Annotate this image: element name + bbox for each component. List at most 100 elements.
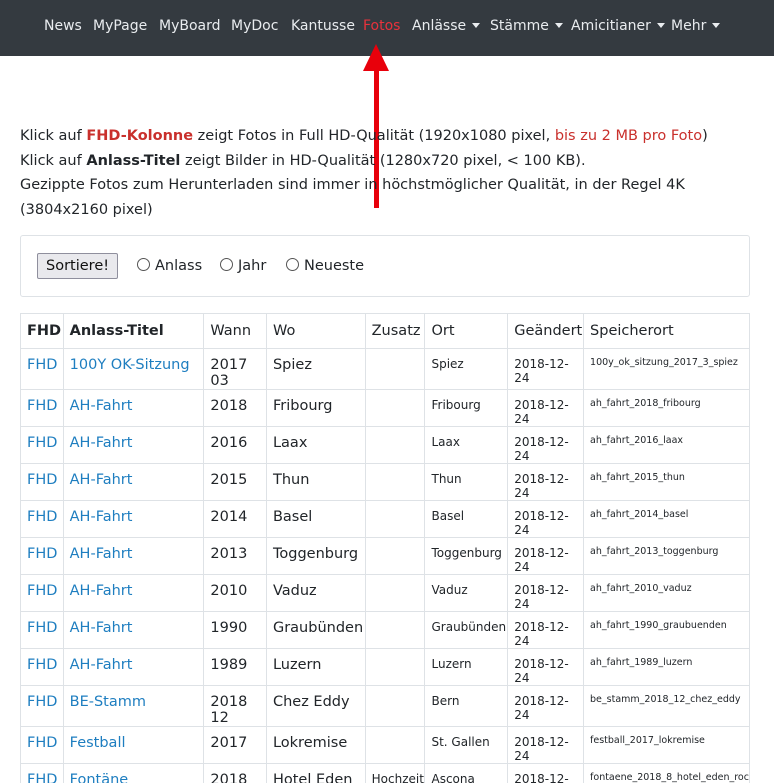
photo-table-wrapper: FHD Anlass-Titel Wann Wo Zusatz Ort Geän… — [20, 313, 750, 783]
cell-ort: Basel — [425, 501, 508, 538]
anlass-titel-link: Fontäne — [63, 764, 204, 783]
nav-item-amicitianer[interactable]: Amicitianer — [571, 18, 665, 34]
cell-zusatz: Hochzeit — [365, 764, 425, 783]
fhd-link: FHD — [21, 612, 64, 649]
cell-wann: 1990 — [204, 612, 267, 649]
caret-down-icon — [657, 23, 665, 28]
cell-wann: 2018 08 — [204, 764, 267, 783]
cell-zusatz — [365, 649, 425, 686]
cell-ort: Thun — [425, 464, 508, 501]
cell-wo: Vaduz — [266, 575, 365, 612]
fhd-link: FHD — [21, 349, 64, 390]
sort-radio-jahr[interactable]: Jahr — [220, 258, 266, 274]
nav-item-news[interactable]: News — [44, 18, 82, 34]
cell-ort: St. Gallen — [425, 727, 508, 764]
size-note: bis zu 2 MB pro Foto — [555, 128, 702, 144]
intro-text: Klick auf FHD-Kolonne zeigt Fotos in Ful… — [20, 124, 760, 222]
cell-zusatz — [365, 427, 425, 464]
cell-wann: 2017 — [204, 727, 267, 764]
cell-wo: Hotel Eden Roc — [266, 764, 365, 783]
intro-line-1: Klick auf FHD-Kolonne zeigt Fotos in Ful… — [20, 124, 760, 149]
cell-speicherort: ah_fahrt_1990_graubuenden — [584, 612, 750, 649]
nav-item-myboard[interactable]: MyBoard — [159, 18, 221, 34]
header-wo: Wo — [266, 314, 365, 349]
fhd-column-highlight: FHD-Kolonne — [86, 128, 193, 144]
radio-circle-icon[interactable] — [286, 258, 299, 271]
cell-speicherort: ah_fahrt_2016_laax — [584, 427, 750, 464]
cell-geaendert: 2018-12-24 — [508, 349, 584, 390]
cell-wann: 2010 — [204, 575, 267, 612]
cell-geaendert: 2018-12-24 — [508, 464, 584, 501]
fhd-link: FHD — [21, 427, 64, 464]
cell-ort: Vaduz — [425, 575, 508, 612]
cell-speicherort: festball_2017_lokremise — [584, 727, 750, 764]
cell-wo: Toggenburg — [266, 538, 365, 575]
table-row: FHDBE-Stamm2018 12Chez EddyBern2018-12-2… — [21, 686, 750, 727]
intro-line-3: Gezippte Fotos zum Herunterladen sind im… — [20, 173, 760, 222]
anlass-titel-link: AH-Fahrt — [63, 390, 204, 427]
cell-wo: Basel — [266, 501, 365, 538]
table-row: FHDAH-Fahrt1989LuzernLuzern2018-12-24ah_… — [21, 649, 750, 686]
sort-radio-neueste[interactable]: Neueste — [286, 258, 364, 274]
table-row: FHDAH-Fahrt2018FribourgFribourg2018-12-2… — [21, 390, 750, 427]
nav-item-stämme[interactable]: Stämme — [490, 18, 563, 34]
table-row: FHDFontäne2018 08Hotel Eden RocHochzeitA… — [21, 764, 750, 783]
anlass-titel-highlight: Anlass-Titel — [86, 153, 180, 169]
cell-ort: Bern — [425, 686, 508, 727]
cell-speicherort: be_stamm_2018_12_chez_eddy — [584, 686, 750, 727]
cell-ort: Graubünden — [425, 612, 508, 649]
cell-ort: Spiez — [425, 349, 508, 390]
cell-geaendert: 2018-12-24 — [508, 612, 584, 649]
anlass-titel-link: 100Y OK-Sitzung — [63, 349, 204, 390]
nav-item-anlässe[interactable]: Anlässe — [412, 18, 480, 34]
cell-wann: 2017 03 — [204, 349, 267, 390]
anlass-titel-link: Festball — [63, 727, 204, 764]
anlass-titel-link: AH-Fahrt — [63, 501, 204, 538]
cell-zusatz — [365, 727, 425, 764]
header-ort: Ort — [425, 314, 508, 349]
cell-wann: 2015 — [204, 464, 267, 501]
cell-geaendert: 2018-12-24 — [508, 427, 584, 464]
sort-radio-anlass[interactable]: Anlass — [137, 258, 202, 274]
cell-wo: Chez Eddy — [266, 686, 365, 727]
cell-speicherort: 100y_ok_sitzung_2017_3_spiez — [584, 349, 750, 390]
cell-ort: Laax — [425, 427, 508, 464]
cell-speicherort: ah_fahrt_2013_toggenburg — [584, 538, 750, 575]
cell-wo: Laax — [266, 427, 365, 464]
radio-circle-icon[interactable] — [137, 258, 150, 271]
cell-wo: Graubünden — [266, 612, 365, 649]
annotation-arrow-head — [363, 44, 389, 71]
cell-geaendert: 2018-12-24 — [508, 686, 584, 727]
cell-wann: 2016 — [204, 427, 267, 464]
header-fhd: FHD — [21, 314, 64, 349]
table-row: FHDAH-Fahrt2013ToggenburgToggenburg2018-… — [21, 538, 750, 575]
cell-ort: Ascona — [425, 764, 508, 783]
cell-geaendert: 2018-12-24 — [508, 390, 584, 427]
cell-ort: Fribourg — [425, 390, 508, 427]
nav-item-kantusse[interactable]: Kantusse — [291, 18, 355, 34]
cell-wann: 2018 12 — [204, 686, 267, 727]
cell-wann: 1989 — [204, 649, 267, 686]
header-anlass-titel: Anlass-Titel — [63, 314, 204, 349]
radio-circle-icon[interactable] — [220, 258, 233, 271]
nav-item-fotos[interactable]: Fotos — [363, 18, 400, 34]
nav-item-mypage[interactable]: MyPage — [93, 18, 147, 34]
sort-button[interactable]: Sortiere! — [37, 253, 118, 279]
cell-zusatz — [365, 501, 425, 538]
fhd-link: FHD — [21, 390, 64, 427]
cell-wann: 2018 — [204, 390, 267, 427]
cell-speicherort: ah_fahrt_2018_fribourg — [584, 390, 750, 427]
caret-down-icon — [555, 23, 563, 28]
cell-zusatz — [365, 575, 425, 612]
anlass-titel-link: AH-Fahrt — [63, 575, 204, 612]
nav-item-mydoc[interactable]: MyDoc — [231, 18, 278, 34]
cell-geaendert: 2018-12-24 — [508, 727, 584, 764]
cell-geaendert: 2018-12-24 — [508, 764, 584, 783]
header-geaendert: Geändert — [508, 314, 584, 349]
nav-item-mehr[interactable]: Mehr — [671, 18, 720, 34]
cell-zusatz — [365, 349, 425, 390]
table-row: FHD100Y OK-Sitzung2017 03SpiezSpiez2018-… — [21, 349, 750, 390]
cell-ort: Toggenburg — [425, 538, 508, 575]
cell-zusatz — [365, 390, 425, 427]
cell-geaendert: 2018-12-24 — [508, 538, 584, 575]
